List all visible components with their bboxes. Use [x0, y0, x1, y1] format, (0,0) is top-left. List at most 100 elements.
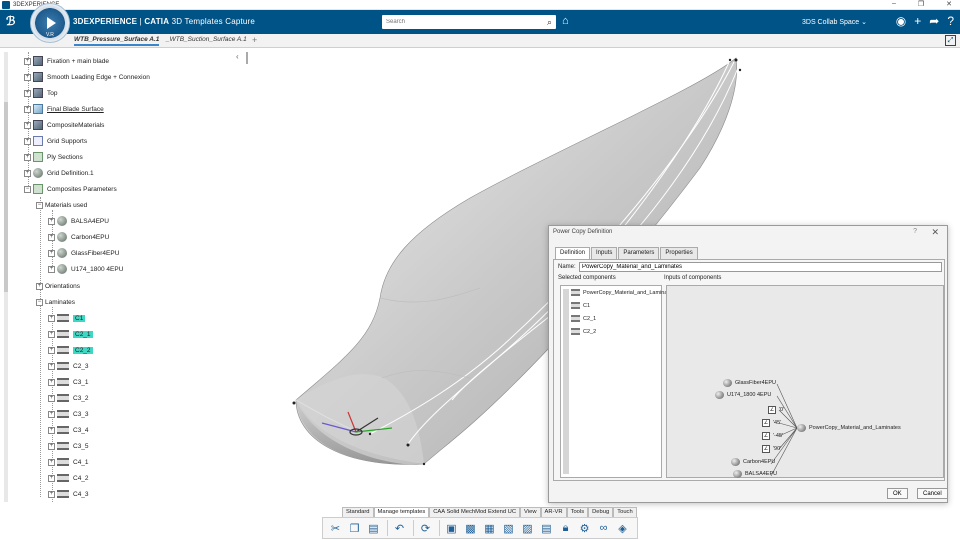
play-icon[interactable] — [47, 17, 56, 29]
tab-debug[interactable]: Debug — [588, 507, 614, 517]
tree-item[interactable]: + Ply Sections — [24, 150, 83, 164]
tab-ar-vr[interactable]: AR-VR — [540, 507, 567, 517]
tree-item[interactable]: + C2_3 — [48, 359, 89, 373]
expand-toggle[interactable]: + — [48, 362, 55, 370]
list-item[interactable]: C2_1 — [571, 315, 596, 322]
graph-node-90[interactable]: ∠ '90' — [762, 445, 781, 453]
expand-toggle[interactable]: + — [48, 474, 55, 482]
expand-toggle[interactable]: + — [36, 282, 43, 290]
tree-item[interactable]: − Laminates — [36, 295, 75, 309]
expand-toggle[interactable]: + — [24, 105, 31, 113]
expand-toggle[interactable]: + — [24, 89, 31, 97]
tab-view[interactable]: View — [520, 507, 541, 517]
tab-pressure-surface[interactable]: WTB_Pressure_Surface A.1 — [74, 36, 160, 46]
list-item[interactable]: C1 — [571, 302, 590, 309]
tree-item[interactable]: + Fixation + main blade — [24, 54, 109, 68]
tree-splitter[interactable] — [246, 52, 248, 64]
expand-toggle[interactable]: + — [48, 265, 55, 273]
tree-item[interactable]: + U174_1800 4EPU — [48, 262, 123, 276]
tab-touch[interactable]: Touch — [613, 507, 637, 517]
tab-standard[interactable]: Standard — [342, 507, 374, 517]
tree-item[interactable]: + GlassFiber4EPU — [48, 246, 119, 260]
tree-item[interactable]: + CompositeMaterials — [24, 118, 104, 132]
list-item[interactable]: PowerCopy_Material_and_Lamina — [571, 289, 667, 296]
expand-toggle[interactable]: + — [48, 378, 55, 386]
expand-toggle[interactable]: + — [48, 217, 55, 225]
close-window-button[interactable]: ✕ — [946, 0, 952, 8]
document-template-icon[interactable]: ▧ — [500, 520, 517, 537]
expand-toggle[interactable]: + — [48, 314, 55, 322]
tab-tools[interactable]: Tools — [566, 507, 589, 517]
tab-properties[interactable]: Properties — [660, 247, 698, 259]
instantiate-icon[interactable]: ▨ — [519, 520, 536, 537]
graph-node-minus45[interactable]: ∠ '-45' — [762, 432, 783, 440]
tree-item[interactable]: + C4_1 — [48, 455, 89, 469]
tree-scrollbar-thumb[interactable] — [4, 102, 8, 292]
expand-toggle[interactable]: + — [48, 442, 55, 450]
ds-logo-icon[interactable]: ℬ — [6, 14, 15, 28]
undo-icon[interactable]: ↶ — [391, 520, 408, 537]
search-box[interactable]: ⌕ — [382, 15, 556, 29]
expand-toggle[interactable]: + — [24, 121, 31, 129]
template-icon[interactable]: ▣ — [443, 520, 460, 537]
expand-toggle[interactable]: + — [24, 153, 31, 161]
tree-item[interactable]: + C3_3 — [48, 407, 89, 421]
tab-suction-surface[interactable]: _WTB_Suction_Surface A.1 — [166, 36, 247, 43]
expand-toggle[interactable]: + — [48, 346, 55, 354]
paste-icon[interactable]: ▤ — [365, 520, 382, 537]
tree-item[interactable]: − Materials used — [36, 198, 87, 212]
expand-toggle[interactable]: + — [48, 394, 55, 402]
inputs-graph-panel[interactable]: GlassFiber4EPU U174_1800 4EPU ∠ '0' ∠ '45'… — [666, 285, 944, 478]
collab-space-selector[interactable]: 3DS Collab Space ⌄ — [802, 18, 867, 26]
user-profile-icon[interactable]: ◉ — [896, 14, 906, 28]
collapse-toggle[interactable]: − — [36, 201, 43, 209]
search-icon[interactable]: ⌕ — [547, 17, 552, 28]
restore-button[interactable]: ❐ — [918, 0, 924, 8]
reference-icon[interactable]: ⚙ — [576, 520, 593, 537]
tree-item[interactable]: + C3_2 — [48, 391, 89, 405]
knowledge-icon[interactable]: ◈ — [614, 520, 631, 537]
share-icon[interactable]: ➦ — [929, 14, 939, 28]
tab-manage-templates[interactable]: Manage templates — [373, 507, 430, 517]
graph-node-0[interactable]: ∠ '0' — [768, 406, 784, 414]
cut-icon[interactable]: ✂ — [327, 520, 344, 537]
expand-toggle[interactable]: + — [48, 233, 55, 241]
update-icon[interactable]: ⟳ — [417, 520, 434, 537]
tab-caa-solid[interactable]: CAA Solid MechMod Extend UC — [429, 507, 521, 517]
powercopy-icon[interactable]: ▩ — [462, 520, 479, 537]
link-icon[interactable]: ∞ — [595, 520, 612, 537]
tree-scrollbar[interactable] — [4, 52, 8, 502]
tree-item[interactable]: + C3_5 — [48, 439, 89, 453]
add-icon[interactable]: + — [914, 14, 921, 28]
ok-button[interactable]: OK — [887, 488, 908, 499]
tag-icon[interactable]: ⌂ — [562, 15, 569, 27]
tree-item[interactable]: + Top — [24, 86, 57, 100]
collapse-toggle[interactable]: − — [36, 298, 43, 306]
expand-toggle[interactable]: + — [48, 249, 55, 257]
tree-item[interactable]: + Orientations — [36, 279, 80, 293]
collapse-tree-icon[interactable]: ‹ — [236, 52, 239, 61]
expand-toggle[interactable]: + — [48, 426, 55, 434]
list-item[interactable]: C2_2 — [571, 328, 596, 335]
tree-item[interactable]: + Final Blade Surface — [24, 102, 104, 116]
search-input[interactable] — [386, 16, 536, 28]
expand-toggle[interactable]: + — [24, 73, 31, 81]
tree-item[interactable]: + C4_2 — [48, 471, 89, 485]
expand-toggle[interactable]: + — [48, 330, 55, 338]
help-icon[interactable]: ? — [947, 14, 954, 28]
tree-item[interactable]: + C2_2 — [48, 343, 93, 357]
dialog-close-icon[interactable]: ✕ — [931, 227, 939, 238]
tree-item[interactable]: + Carbon4EPU — [48, 230, 109, 244]
tree-item[interactable]: + C3_4 — [48, 423, 89, 437]
collapse-toggle[interactable]: − — [24, 185, 31, 193]
tree-item[interactable]: + C4_3 — [48, 487, 89, 501]
expand-toggle[interactable]: + — [24, 169, 31, 177]
selected-components-list[interactable]: PowerCopy_Material_and_Lamina C1 C2_1 C2… — [560, 285, 667, 478]
expand-toggle[interactable]: + — [48, 490, 55, 498]
catalog-icon[interactable]: ▤ — [538, 520, 555, 537]
compass-widget[interactable]: V.R — [30, 3, 70, 43]
tree-item[interactable]: + C2_1 — [48, 327, 93, 341]
expand-toggle[interactable]: + — [24, 57, 31, 65]
list-scrollbar[interactable] — [563, 289, 569, 474]
add-tab-icon[interactable]: + — [252, 35, 257, 45]
